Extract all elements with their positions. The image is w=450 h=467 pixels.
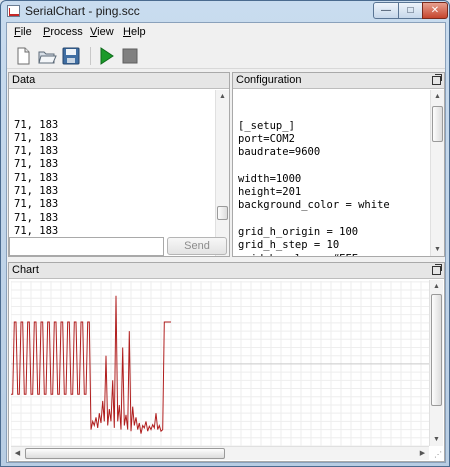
- new-file-icon[interactable]: [13, 46, 33, 66]
- menu-view[interactable]: View: [90, 26, 114, 38]
- data-panel: Data 71, 183 71, 183 71, 183 71, 183 71, 183…: [8, 72, 230, 257]
- data-vertical-scrollbar[interactable]: ▲ ▼: [215, 90, 229, 256]
- config-line: width=1000: [238, 172, 302, 185]
- data-panel-title: Data: [9, 73, 229, 89]
- config-line: grid_h_color = #EEE: [238, 253, 426, 256]
- data-line: 71, 183: [14, 211, 59, 224]
- resize-grip-icon[interactable]: ⋰: [434, 451, 444, 461]
- minimize-button[interactable]: —: [373, 2, 399, 19]
- chart-panel: Chart ▲ ▼ ◀ ▶: [8, 262, 445, 462]
- config-line: height=201: [238, 186, 302, 199]
- undock-float-icon[interactable]: [432, 264, 442, 275]
- data-line: 71, 183: [14, 185, 59, 198]
- config-line: [238, 213, 426, 226]
- data-line: 71, 183: [14, 158, 59, 171]
- data-lines: 71, 183 71, 183 71, 183 71, 183 71, 183 71, 1…: [14, 119, 212, 252]
- menu-help[interactable]: Help: [123, 26, 146, 38]
- toolbar: [7, 43, 445, 69]
- menu-file[interactable]: File: [14, 26, 32, 38]
- config-vertical-scrollbar[interactable]: ▲ ▼: [430, 90, 444, 256]
- config-line: grid_h_step = 10: [238, 239, 340, 252]
- title-bar[interactable]: SerialChart - ping.scc — □ ✕: [1, 1, 449, 21]
- scroll-up-icon[interactable]: ▲: [430, 280, 443, 293]
- scroll-up-icon[interactable]: ▲: [431, 90, 444, 103]
- maximize-button[interactable]: □: [398, 2, 423, 19]
- send-input[interactable]: [9, 237, 164, 256]
- scroll-up-icon[interactable]: ▲: [216, 90, 229, 103]
- data-text-area[interactable]: 71, 183 71, 183 71, 183 71, 183 71, 183 71, 1…: [11, 91, 215, 256]
- undock-float-icon[interactable]: [432, 74, 442, 85]
- client-area: File Process View Help Data 71, 183 71, …: [6, 22, 446, 463]
- menu-process[interactable]: Process: [43, 26, 83, 38]
- scroll-right-icon[interactable]: ▶: [416, 447, 429, 460]
- scroll-left-icon[interactable]: ◀: [11, 447, 24, 460]
- open-folder-icon[interactable]: [37, 46, 57, 66]
- configuration-text-area[interactable]: [_setup_] port=COM2 baudrate=9600 width=10…: [235, 91, 429, 256]
- chart-vertical-scrollbar[interactable]: ▲ ▼: [429, 280, 443, 446]
- configuration-panel-title: Configuration: [233, 73, 444, 89]
- close-button[interactable]: ✕: [422, 2, 448, 19]
- config-line: [238, 159, 426, 172]
- menu-bar: File Process View Help: [7, 23, 445, 43]
- configuration-panel: Configuration [_setup_] port=COM2 baudrate…: [232, 72, 445, 257]
- config-scroll-thumb[interactable]: [432, 106, 443, 142]
- data-line: 71, 183: [14, 198, 59, 211]
- app-window: SerialChart - ping.scc — □ ✕ File Proces…: [0, 0, 450, 467]
- chart-hscroll-thumb[interactable]: [25, 448, 225, 459]
- config-lines: [_setup_] port=COM2 baudrate=9600 width=10…: [238, 120, 426, 256]
- stop-square-icon[interactable]: [120, 46, 140, 66]
- data-line: 71, 183: [14, 118, 59, 131]
- config-line: grid_h_origin = 100: [238, 225, 359, 238]
- window-title: SerialChart - ping.scc: [25, 4, 140, 18]
- chart-canvas: [11, 281, 431, 446]
- scroll-down-icon[interactable]: ▼: [431, 243, 444, 256]
- toolbar-separator: [90, 47, 91, 65]
- config-line: baudrate=9600: [238, 146, 321, 159]
- app-chart-icon: [7, 5, 20, 17]
- config-line: [_setup_]: [238, 119, 295, 132]
- run-play-icon[interactable]: [96, 46, 116, 66]
- config-line: port=COM2: [238, 132, 295, 145]
- data-scroll-thumb[interactable]: [217, 206, 228, 220]
- data-line: 71, 183: [14, 171, 59, 184]
- config-line: background_color = white: [238, 199, 390, 212]
- data-line: 71, 183: [14, 131, 59, 144]
- data-line: 71, 183: [14, 145, 59, 158]
- save-disk-icon[interactable]: [61, 46, 81, 66]
- chart-horizontal-scrollbar[interactable]: ◀ ▶: [11, 446, 429, 460]
- chart-panel-title: Chart: [9, 263, 444, 279]
- send-button[interactable]: Send: [167, 237, 227, 255]
- scroll-down-icon[interactable]: ▼: [430, 433, 443, 446]
- chart-vscroll-thumb[interactable]: [431, 294, 442, 406]
